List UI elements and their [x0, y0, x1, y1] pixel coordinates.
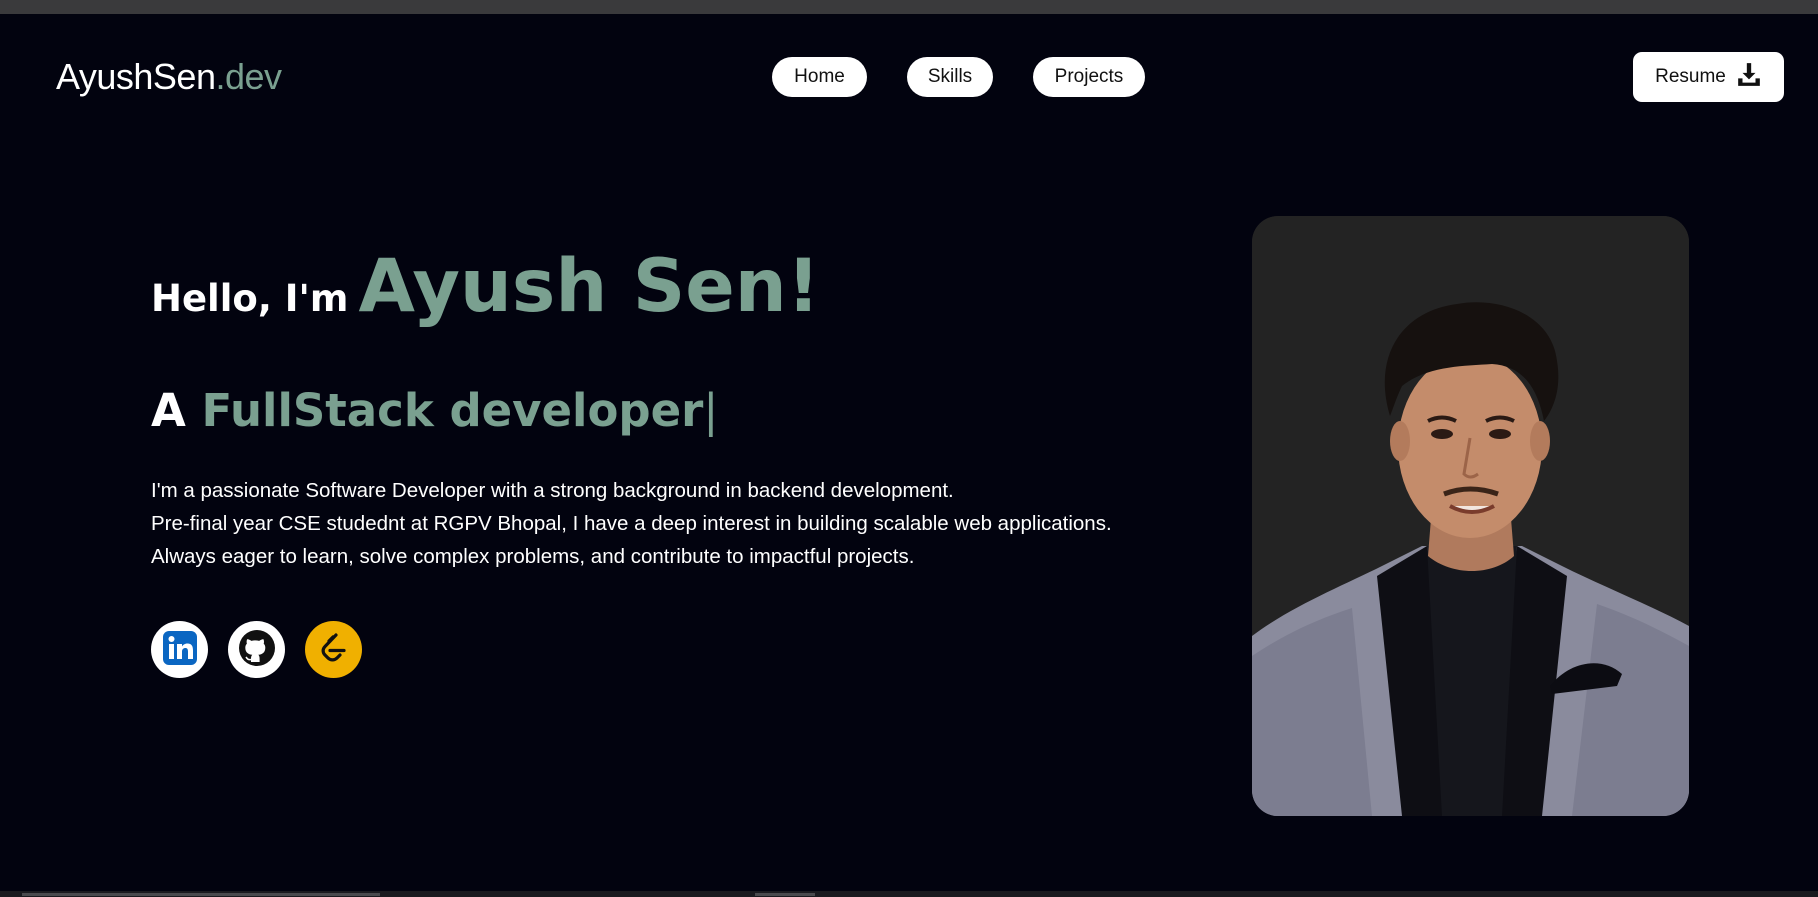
role-prefix: A: [151, 384, 186, 437]
nav-projects-button[interactable]: Projects: [1033, 57, 1145, 97]
linkedin-icon: [160, 628, 200, 672]
nav-home-button[interactable]: Home: [772, 57, 867, 97]
hero-greeting: Hello, I'm Ayush Sen!: [151, 244, 820, 329]
typing-cursor: |: [703, 384, 719, 437]
scrollbar-segment: [755, 893, 815, 896]
leetcode-icon: [314, 628, 354, 672]
scrollbar-segment: [22, 893, 380, 896]
nav-skills-button[interactable]: Skills: [907, 57, 993, 97]
resume-download-button[interactable]: Resume: [1633, 52, 1784, 102]
browser-bottom-bar: [0, 891, 1818, 897]
github-link[interactable]: [228, 621, 285, 678]
role-title: FullStack developer: [201, 384, 704, 437]
resume-label: Resume: [1655, 66, 1726, 87]
bio-line-3: Always eager to learn, solve complex pro…: [151, 545, 915, 568]
hero-bio: I'm a passionate Software Developer with…: [151, 474, 1112, 573]
leetcode-link[interactable]: [305, 621, 362, 678]
greeting-text: Hello, I'm: [151, 277, 349, 320]
browser-top-bar: [0, 0, 1818, 14]
logo-name: AyushSen: [56, 56, 216, 97]
bio-line-2: Pre-final year CSE studednt at RGPV Bhop…: [151, 512, 1112, 535]
profile-photo: [1252, 216, 1689, 816]
github-icon: [237, 628, 277, 672]
bio-line-1: I'm a passionate Software Developer with…: [151, 479, 954, 502]
site-logo[interactable]: AyushSen.dev: [56, 56, 282, 98]
hero-name: Ayush Sen!: [358, 244, 821, 329]
download-icon: [1736, 61, 1762, 93]
logo-suffix: .dev: [215, 56, 282, 97]
linkedin-link[interactable]: [151, 621, 208, 678]
hero-role: A FullStack developer|: [151, 384, 718, 437]
